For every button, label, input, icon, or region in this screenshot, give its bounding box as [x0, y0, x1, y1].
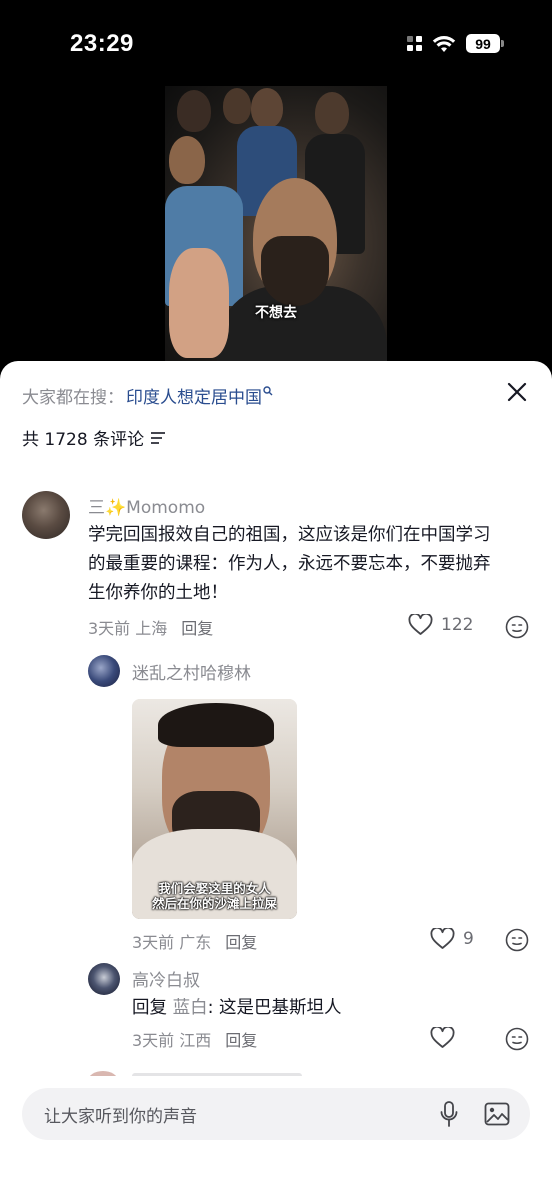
video-subtitle: 不想去: [255, 305, 297, 321]
comment-meta: 3天前 江西 回复: [132, 1027, 257, 1051]
like-count: 122: [441, 615, 474, 635]
status-time: 23:29: [70, 30, 134, 57]
comment-time: 3天前 江西: [132, 1031, 212, 1050]
comment-line: 生你养你的土地！: [88, 583, 228, 603]
video-figure: [315, 92, 349, 134]
video-figure: [251, 88, 283, 128]
reply-button[interactable]: 回复: [225, 929, 257, 953]
comment-line: 学完回国报效自己的祖国，这应该是你们在中国学习: [88, 525, 491, 545]
video-figure: [223, 88, 251, 124]
comment-author[interactable]: 高冷白叔: [132, 966, 200, 991]
comment-author[interactable]: 三✨Momomo: [88, 493, 205, 518]
video-frame[interactable]: 不想去: [165, 86, 387, 374]
comment-meta: 3天前 广东 回复: [132, 929, 257, 953]
close-icon[interactable]: [502, 377, 532, 407]
comment-author[interactable]: 迷乱之村哈穆林: [132, 659, 251, 684]
comment-time: 3天前 广东: [132, 933, 212, 952]
wifi-icon: [432, 35, 456, 52]
comment-meta: 3天前 上海 回复: [88, 615, 213, 639]
image-caption-line: 然后在你的沙滩上拉屎: [151, 896, 277, 911]
avatar[interactable]: [88, 655, 120, 687]
comment-time: 3天前 上海: [88, 619, 168, 638]
video-figure: [169, 136, 205, 184]
filter-icon[interactable]: [150, 431, 166, 445]
heart-icon: [430, 1027, 455, 1048]
like-button[interactable]: [430, 1027, 455, 1049]
image-caption-line: 我们会娶这里的女人: [158, 881, 271, 896]
emoji-icon[interactable]: [505, 615, 529, 639]
heart-icon: [430, 928, 455, 949]
image-icon[interactable]: [484, 1102, 510, 1126]
like-button[interactable]: 9: [430, 928, 474, 950]
comment-count[interactable]: 共 1728 条评论: [22, 425, 166, 450]
comment-input-placeholder: 让大家听到你的声音: [44, 1107, 197, 1127]
comment-text: 学完回国报效自己的祖国，这应该是你们在中国学习 的最重要的课程：作为人，永远不要…: [88, 521, 538, 608]
search-suggestion[interactable]: 大家都在搜： 印度人想定居中国: [22, 383, 273, 408]
comment-body: : 这是巴基斯坦人: [207, 998, 342, 1018]
comment-input[interactable]: 让大家听到你的声音: [22, 1088, 530, 1140]
like-button[interactable]: 122: [408, 614, 473, 636]
emoji-icon[interactable]: [505, 1027, 529, 1051]
comment-text: 回复 蓝白: 这是巴基斯坦人: [132, 994, 512, 1023]
video-figure: [261, 236, 329, 306]
mic-icon[interactable]: [440, 1101, 458, 1128]
heart-icon: [408, 614, 433, 635]
search-prefix: 大家都在搜：: [22, 388, 124, 408]
avatar[interactable]: [22, 491, 70, 539]
status-bar: 23:29 99: [0, 0, 552, 88]
signal-icon: [407, 36, 422, 51]
emoji-icon[interactable]: [505, 928, 529, 952]
comment-image[interactable]: 我们会娶这里的女人 然后在你的沙滩上拉屎: [132, 699, 297, 919]
battery-level: 99: [466, 34, 500, 53]
comment-line: 的最重要的课程：作为人，永远不要忘本，不要抛弃: [88, 554, 491, 574]
comment-sheet: 大家都在搜： 印度人想定居中国 共 1728 条评论 三✨Momomo 学完回国…: [0, 361, 552, 1200]
like-count: 9: [463, 929, 474, 949]
image-caption: 我们会娶这里的女人 然后在你的沙滩上拉屎: [132, 881, 297, 911]
status-icons: 99: [407, 34, 504, 53]
reply-target[interactable]: 蓝白: [173, 998, 208, 1018]
reply-button[interactable]: 回复: [225, 1027, 257, 1051]
avatar[interactable]: [88, 963, 120, 995]
search-icon: [263, 385, 273, 395]
comment-count-text: 共 1728 条评论: [22, 430, 145, 450]
battery-icon: 99: [466, 34, 504, 53]
video-player[interactable]: 不想去: [0, 84, 552, 374]
search-keyword-link[interactable]: 印度人想定居中国: [126, 383, 262, 408]
reply-prefix: 回复: [132, 998, 167, 1018]
video-figure: [177, 90, 211, 132]
reply-button[interactable]: 回复: [181, 615, 213, 639]
